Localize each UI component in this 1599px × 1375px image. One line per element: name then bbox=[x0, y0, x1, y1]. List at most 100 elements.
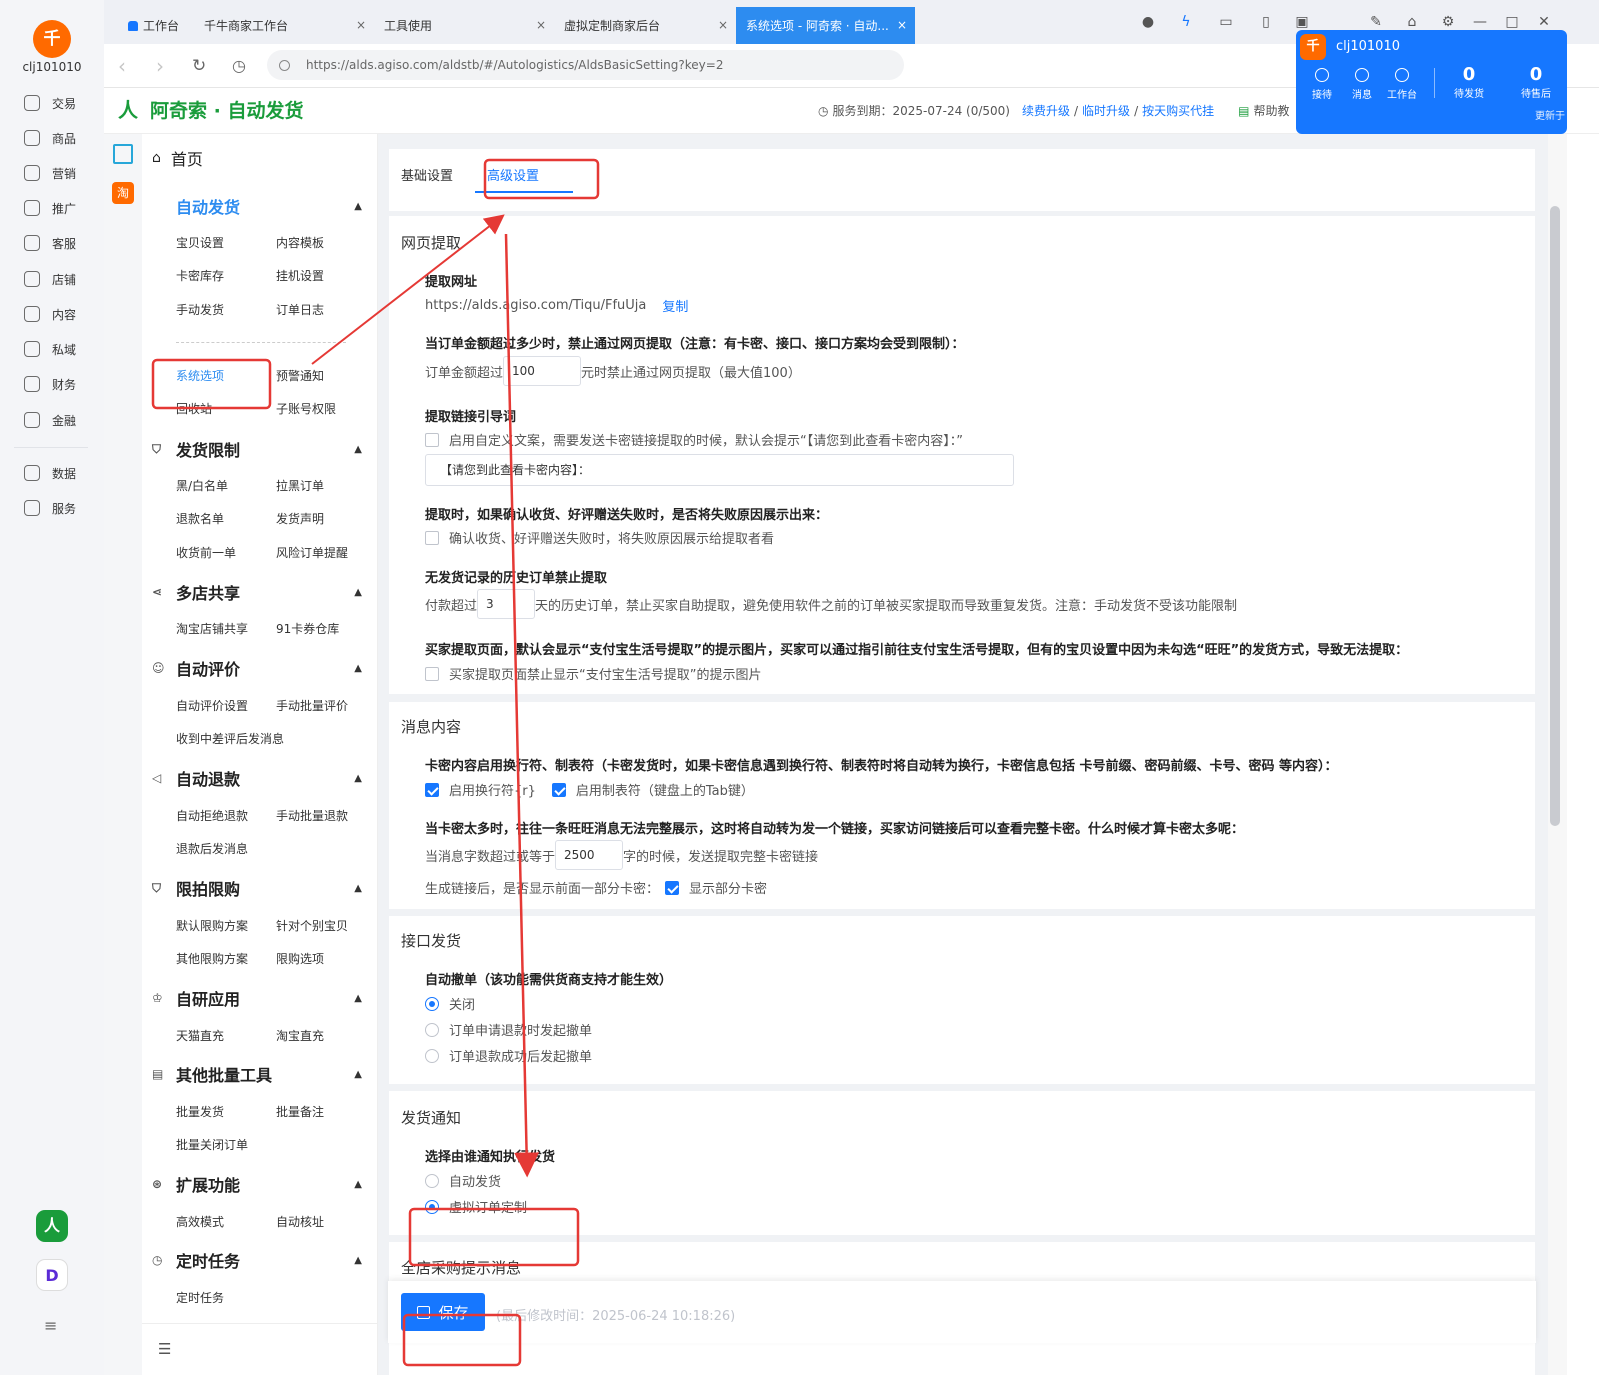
pending-ship-count[interactable]: 0 待发货 bbox=[1444, 64, 1494, 101]
phone-icon[interactable]: ▯ bbox=[1256, 12, 1276, 32]
notify-option-auto[interactable]: 自动发货 bbox=[425, 1171, 501, 1190]
sidebar-group-limit-buy[interactable]: ⛉ 限拍限购 ▲ bbox=[152, 876, 362, 900]
popup-workbench[interactable]: 工作台 bbox=[1382, 68, 1422, 101]
tab-tools[interactable]: 工具使用 × bbox=[374, 7, 554, 44]
sidebar-item-card-stock[interactable]: 卡密库存 bbox=[176, 267, 224, 284]
sidebar-item-tmall-topup[interactable]: 天猫直充 bbox=[176, 1027, 224, 1044]
tab-workbench[interactable]: 工作台 bbox=[118, 7, 198, 44]
tablet-icon[interactable]: ▣ bbox=[1292, 12, 1312, 32]
length-input[interactable]: 2500 bbox=[555, 840, 624, 870]
popup-messages[interactable]: 消息 bbox=[1342, 68, 1382, 101]
rail-item-data[interactable]: 数据 bbox=[24, 459, 94, 487]
shirt-icon[interactable]: ⌂ bbox=[1402, 12, 1422, 32]
monitor-icon[interactable]: ▭ bbox=[1216, 12, 1236, 32]
sidebar-group-multi-shop[interactable]: ⋖ 多店共享 ▲ bbox=[152, 580, 362, 604]
cancel-option-on-request[interactable]: 订单申请退款时发起撤单 bbox=[425, 1020, 592, 1039]
lightning-icon[interactable]: ϟ bbox=[1176, 12, 1196, 32]
rail-item-private[interactable]: 私域 bbox=[24, 335, 94, 363]
sidebar-item-bad-review-msg[interactable]: 收到中差评后发消息 bbox=[176, 730, 284, 747]
agiso-app-icon[interactable]: 人 bbox=[36, 1210, 68, 1242]
grid-icon[interactable] bbox=[113, 144, 133, 164]
daily-buy-link[interactable]: 按天购买代挂 bbox=[1142, 102, 1214, 119]
window-close-icon[interactable]: ✕ bbox=[1534, 12, 1554, 32]
sidebar-group-own-apps[interactable]: ♔ 自研应用 ▲ bbox=[152, 986, 362, 1010]
sidebar-group-batch-tools[interactable]: ▤ 其他批量工具 ▲ bbox=[152, 1062, 362, 1086]
close-icon[interactable]: × bbox=[718, 18, 728, 32]
sidebar-group-extensions[interactable]: ⊛ 扩展功能 ▲ bbox=[152, 1172, 362, 1196]
settings-icon[interactable]: ⚙ bbox=[1438, 12, 1458, 32]
close-icon[interactable]: × bbox=[536, 18, 546, 32]
cancel-option-on-success[interactable]: 订单退款成功后发起撤单 bbox=[425, 1046, 592, 1065]
sidebar-item-refund-msg[interactable]: 退款后发消息 bbox=[176, 840, 248, 857]
tab-qianniu[interactable]: 千牛商家工作台 × bbox=[194, 7, 374, 44]
guide-text-input[interactable]: 【请您到此查看卡密内容】： bbox=[425, 454, 1014, 486]
sidebar-group-auto-ship[interactable]: 自动发货 ▲ bbox=[176, 194, 362, 218]
rail-item-marketing[interactable]: 营销 bbox=[24, 159, 94, 187]
sidebar-group-ship-limit[interactable]: ⛉ 发货限制 ▲ bbox=[152, 437, 362, 461]
rail-item-content[interactable]: 内容 bbox=[24, 300, 94, 328]
avatar-icon[interactable]: ● bbox=[1138, 12, 1158, 32]
sidebar-item-batch-refund[interactable]: 手动批量退款 bbox=[276, 807, 348, 824]
tab-virtual-custom[interactable]: 虚拟定制商家后台 × bbox=[554, 7, 736, 44]
amount-input[interactable]: 100 bbox=[503, 356, 582, 386]
rail-item-banking[interactable]: 金融 bbox=[24, 406, 94, 434]
sidebar-item-item-limit[interactable]: 针对个别宝贝 bbox=[276, 917, 348, 934]
maximize-icon[interactable]: □ bbox=[1502, 12, 1522, 32]
close-icon[interactable]: × bbox=[356, 18, 366, 32]
history-days-input[interactable]: 3 bbox=[477, 589, 536, 619]
sidebar-item-default-limit[interactable]: 默认限购方案 bbox=[176, 917, 248, 934]
show-fail-checkbox[interactable] bbox=[425, 530, 439, 545]
renew-link[interactable]: 续费升级 bbox=[1022, 102, 1070, 119]
pending-aftersale-count[interactable]: 0 待售后 bbox=[1511, 64, 1561, 101]
sidebar-item-efficient[interactable]: 高效模式 bbox=[176, 1213, 224, 1230]
hide-alipay-checkbox[interactable] bbox=[425, 666, 439, 681]
radio[interactable] bbox=[425, 1199, 439, 1214]
sidebar-item-other-limit[interactable]: 其他限购方案 bbox=[176, 950, 248, 967]
notify-option-virtual[interactable]: 虚拟订单定制 bbox=[425, 1197, 527, 1216]
save-button[interactable]: 保存 bbox=[401, 1293, 485, 1331]
partial-checkbox[interactable] bbox=[665, 880, 680, 895]
radio[interactable] bbox=[425, 1048, 439, 1063]
history-icon[interactable]: ◷ bbox=[232, 56, 246, 75]
sidebar-item-risk-order[interactable]: 风险订单提醒 bbox=[276, 544, 348, 561]
collapse-menu-icon[interactable]: ☰ bbox=[158, 1340, 171, 1358]
cancel-option-off[interactable]: 关闭 bbox=[425, 994, 475, 1013]
sidebar-item-batch-note[interactable]: 批量备注 bbox=[276, 1103, 324, 1120]
menu-icon[interactable]: ≡ bbox=[44, 1316, 57, 1335]
copy-link[interactable]: 复制 bbox=[662, 296, 688, 315]
sidebar-group-auto-review[interactable]: ☺ 自动评价 ▲ bbox=[152, 656, 362, 680]
temp-upgrade-link[interactable]: 临时升级 bbox=[1082, 102, 1130, 119]
tab-system-options[interactable]: 系统选项 - 阿奇索 · 自动... × bbox=[736, 7, 915, 44]
close-icon[interactable]: × bbox=[897, 18, 907, 32]
sidebar-item-system-options[interactable]: 系统选项 bbox=[176, 367, 224, 384]
sidebar-item-order-log[interactable]: 订单日志 bbox=[276, 301, 324, 318]
rail-item-goods[interactable]: 商品 bbox=[24, 124, 94, 152]
sidebar-item-auto-reject[interactable]: 自动拒绝退款 bbox=[176, 807, 248, 824]
sidebar-item-alert[interactable]: 预警通知 bbox=[276, 367, 324, 384]
sidebar-item-shop-share[interactable]: 淘宝店铺共享 bbox=[176, 620, 248, 637]
sidebar-item-batch-review[interactable]: 手动批量评价 bbox=[276, 697, 348, 714]
sidebar-item-taobao-topup[interactable]: 淘宝直充 bbox=[276, 1027, 324, 1044]
popup-reception[interactable]: 接待 bbox=[1302, 68, 1342, 101]
rail-item-finance[interactable]: 财务 bbox=[24, 370, 94, 398]
scrollbar[interactable] bbox=[1548, 134, 1567, 1375]
sidebar-item-item-settings[interactable]: 宝贝设置 bbox=[176, 234, 224, 251]
sidebar-home[interactable]: ⌂ 首页 bbox=[152, 146, 203, 170]
note-icon[interactable]: ✎ bbox=[1366, 12, 1386, 32]
sidebar-item-review-settings[interactable]: 自动评价设置 bbox=[176, 697, 248, 714]
sidebar-item-91-warehouse[interactable]: 91卡券仓库 bbox=[276, 620, 339, 637]
newline-checkbox[interactable] bbox=[425, 782, 439, 797]
sidebar-item-scheduled-task[interactable]: 定时任务 bbox=[176, 1289, 224, 1306]
sidebar-item-recycle[interactable]: 回收站 bbox=[176, 400, 212, 417]
sidebar-item-refund-list[interactable]: 退款名单 bbox=[176, 510, 224, 527]
rail-item-shop[interactable]: 店铺 bbox=[24, 265, 94, 293]
rail-item-services[interactable]: 服务 bbox=[24, 494, 94, 522]
minimize-icon[interactable]: — bbox=[1470, 12, 1490, 32]
sidebar-item-manual-ship[interactable]: 手动发货 bbox=[176, 301, 224, 318]
reload-icon[interactable]: ↻ bbox=[192, 56, 206, 76]
tab-checkbox[interactable] bbox=[551, 782, 566, 797]
radio[interactable] bbox=[425, 1022, 439, 1037]
sidebar-item-batch-ship[interactable]: 批量发货 bbox=[176, 1103, 224, 1120]
sidebar-item-address-check[interactable]: 自动核址 bbox=[276, 1213, 324, 1230]
rail-item-promote[interactable]: 推广 bbox=[24, 194, 94, 222]
